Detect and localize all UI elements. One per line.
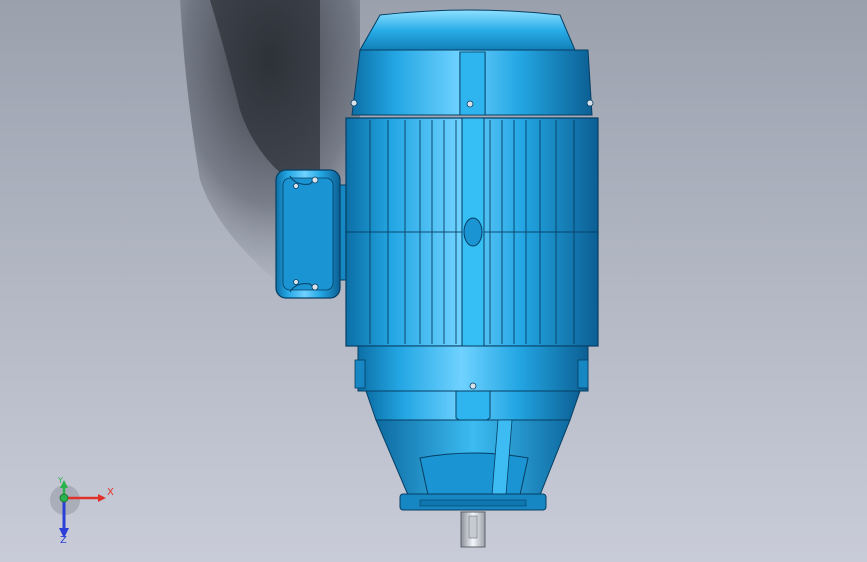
cad-viewport[interactable]: X Y Z — [0, 0, 867, 562]
output-shaft[interactable] — [460, 511, 486, 548]
end-shield[interactable] — [354, 345, 589, 425]
axis-x-label: X — [107, 487, 114, 498]
axis-z-label: Z — [60, 535, 67, 546]
fan-cover[interactable] — [350, 9, 594, 116]
orientation-triad: X Y Z — [40, 476, 120, 550]
axis-y-label: Y — [58, 476, 63, 485]
model-graphics[interactable] — [0, 0, 867, 562]
stator-housing[interactable] — [345, 117, 599, 347]
mounting-flange[interactable] — [375, 419, 571, 511]
